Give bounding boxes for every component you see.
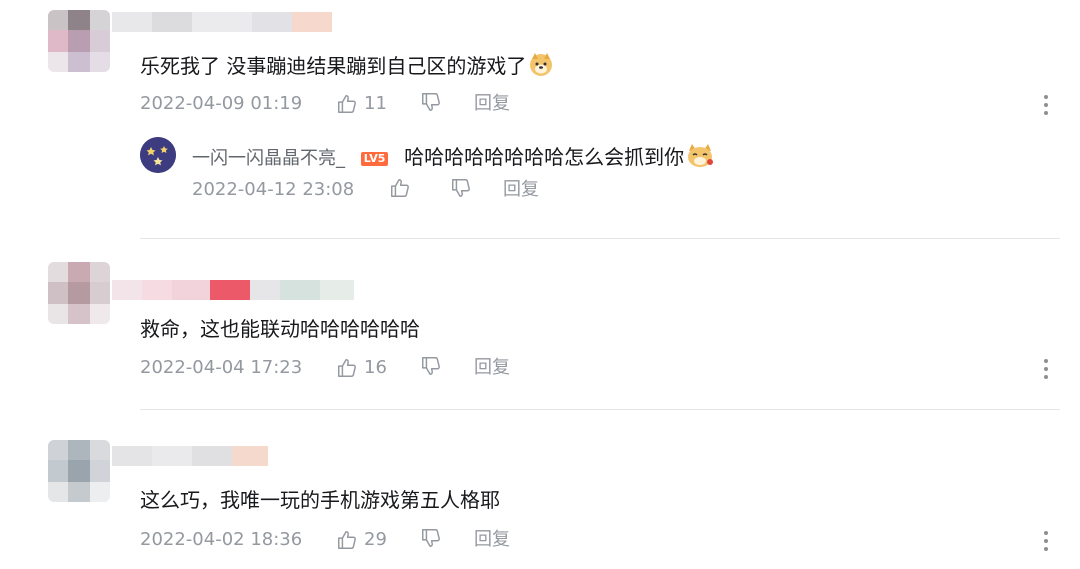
comment-meta: 2022-04-09 01:19 11 回复 xyxy=(140,91,1040,117)
comment-text-content: 这么巧，我唯一玩的手机游戏第五人格耶 xyxy=(140,488,500,512)
comment-text: 救命，这也能联动哈哈哈哈哈哈 xyxy=(140,315,420,343)
doge-emoji-icon xyxy=(528,51,554,84)
like-count: 16 xyxy=(364,357,387,378)
reply-username[interactable]: 一闪一闪晶晶不亮_ xyxy=(192,148,345,169)
dislike-button[interactable] xyxy=(420,355,442,377)
thumbs-down-icon xyxy=(422,529,440,547)
like-button[interactable]: 11 xyxy=(336,91,387,117)
thumbs-down-icon xyxy=(422,357,440,375)
reply-button[interactable]: 回复 xyxy=(474,91,510,117)
reply-button[interactable]: 回复 xyxy=(474,355,510,381)
more-options-button[interactable] xyxy=(1042,531,1050,551)
thumbs-up-icon xyxy=(338,95,356,113)
comment-time: 2022-04-04 17:23 xyxy=(140,357,303,378)
comment-text-content: 乐死我了 没事蹦迪结果蹦到自己区的游戏了 xyxy=(140,54,527,78)
comment-time: 2022-04-09 01:19 xyxy=(140,93,303,114)
dislike-button[interactable] xyxy=(420,91,442,113)
reply-text: 哈哈哈哈哈哈哈哈怎么会抓到你 xyxy=(404,145,685,169)
thumbs-up-icon xyxy=(391,179,409,197)
reply-reply-button[interactable]: 回复 xyxy=(503,177,539,203)
like-button[interactable]: 16 xyxy=(336,355,387,381)
thumbs-up-icon xyxy=(338,531,356,549)
thumbs-down-icon xyxy=(452,179,470,197)
like-count: 29 xyxy=(364,529,387,550)
username-blurred[interactable] xyxy=(112,280,354,300)
avatar-blurred[interactable] xyxy=(48,440,110,502)
reply-time: 2022-04-12 23:08 xyxy=(192,179,355,200)
cat-emoji-icon xyxy=(686,142,714,176)
reply-avatar[interactable] xyxy=(140,137,176,173)
comment-text: 这么巧，我唯一玩的手机游戏第五人格耶 xyxy=(140,486,500,514)
like-button[interactable]: 29 xyxy=(336,527,387,553)
more-vertical-icon xyxy=(1044,359,1048,363)
reply-meta: 2022-04-12 23:08 回复 xyxy=(192,177,792,203)
username-blurred[interactable] xyxy=(112,12,332,32)
reply-item: 一闪一闪晶晶不亮_ LV5 哈哈哈哈哈哈哈哈怎么会抓到你 2022-04-12 … xyxy=(140,137,1040,207)
reply-dislike-button[interactable] xyxy=(450,177,472,199)
avatar-blurred[interactable] xyxy=(48,262,110,324)
dislike-button[interactable] xyxy=(420,527,442,549)
reply-button[interactable]: 回复 xyxy=(474,527,510,553)
divider xyxy=(140,409,1060,410)
comment-text-content: 救命，这也能联动哈哈哈哈哈哈 xyxy=(140,317,420,341)
thumbs-down-icon xyxy=(422,93,440,111)
username-blurred[interactable] xyxy=(112,446,268,466)
avatar-blurred[interactable] xyxy=(48,10,110,72)
more-vertical-icon xyxy=(1044,95,1048,99)
comment-text: 乐死我了 没事蹦迪结果蹦到自己区的游戏了 xyxy=(140,51,554,84)
reply-like-button[interactable] xyxy=(389,177,411,199)
thumbs-up-icon xyxy=(338,359,356,377)
divider xyxy=(140,238,1060,239)
comment-meta: 2022-04-04 17:23 16 回复 xyxy=(140,355,1040,381)
more-vertical-icon xyxy=(1044,531,1048,535)
comment-time: 2022-04-02 18:36 xyxy=(140,529,303,550)
comment-meta: 2022-04-02 18:36 29 回复 xyxy=(140,527,1040,553)
like-count: 11 xyxy=(364,93,387,114)
level-badge: LV5 xyxy=(360,152,389,166)
more-options-button[interactable] xyxy=(1042,95,1050,115)
more-options-button[interactable] xyxy=(1042,359,1050,379)
